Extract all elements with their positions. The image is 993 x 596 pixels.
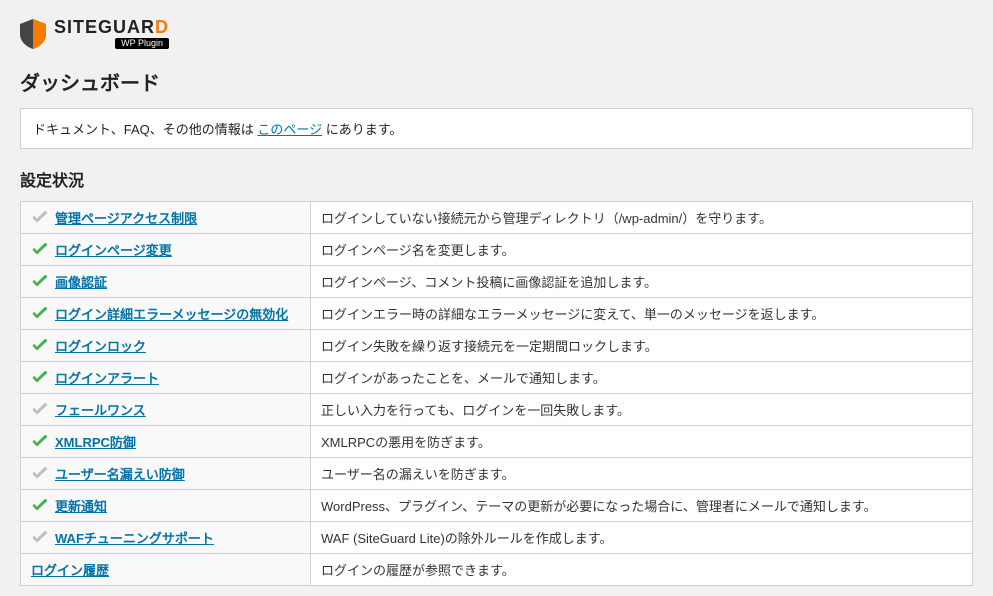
setting-desc-cell: ログインしていない接続元から管理ディレクトリ（/wp-admin/）を守ります。 bbox=[311, 202, 973, 234]
status-check-icon bbox=[31, 435, 49, 449]
page-title: ダッシュボード bbox=[20, 67, 973, 96]
setting-name-cell: ログインアラート bbox=[21, 362, 311, 394]
status-check-icon bbox=[31, 339, 49, 353]
setting-name-cell: ユーザー名漏えい防御 bbox=[21, 458, 311, 490]
notice-suffix: にあります。 bbox=[322, 122, 402, 137]
table-row: ログイン詳細エラーメッセージの無効化 ログインエラー時の詳細なエラーメッセージに… bbox=[21, 298, 973, 330]
shield-icon bbox=[20, 19, 46, 49]
status-check-icon bbox=[31, 531, 49, 545]
setting-desc-cell: XMLRPCの悪用を防ぎます。 bbox=[311, 426, 973, 458]
logo-title: SITEGUARD bbox=[54, 18, 169, 36]
setting-name-cell: WAFチューニングサポート bbox=[21, 522, 311, 554]
status-check-icon bbox=[31, 371, 49, 385]
setting-link[interactable]: 更新通知 bbox=[55, 496, 107, 515]
table-row: ユーザー名漏えい防御 ユーザー名の漏えいを防ぎます。 bbox=[21, 458, 973, 490]
setting-name-cell: 更新通知 bbox=[21, 490, 311, 522]
notice-prefix: ドキュメント、FAQ、その他の情報は bbox=[33, 122, 257, 137]
status-check-icon bbox=[31, 499, 49, 513]
setting-desc-cell: ユーザー名の漏えいを防ぎます。 bbox=[311, 458, 973, 490]
setting-desc-cell: 正しい入力を行っても、ログインを一回失敗します。 bbox=[311, 394, 973, 426]
table-row: ログインアラート ログインがあったことを、メールで通知します。 bbox=[21, 362, 973, 394]
status-check-icon bbox=[31, 211, 49, 225]
status-check-icon bbox=[31, 307, 49, 321]
logo-subtitle: WP Plugin bbox=[115, 38, 169, 49]
setting-desc-cell: ログインページ、コメント投稿に画像認証を追加します。 bbox=[311, 266, 973, 298]
table-row: ログインページ変更 ログインページ名を変更します。 bbox=[21, 234, 973, 266]
setting-link[interactable]: ログイン詳細エラーメッセージの無効化 bbox=[55, 304, 288, 323]
setting-name-cell: ログイン詳細エラーメッセージの無効化 bbox=[21, 298, 311, 330]
setting-link[interactable]: ログイン履歴 bbox=[31, 560, 109, 579]
table-row: 管理ページアクセス制限 ログインしていない接続元から管理ディレクトリ（/wp-a… bbox=[21, 202, 973, 234]
setting-desc-cell: WordPress、プラグイン、テーマの更新が必要になった場合に、管理者にメール… bbox=[311, 490, 973, 522]
setting-link[interactable]: XMLRPC防御 bbox=[55, 432, 136, 451]
table-row: 更新通知 WordPress、プラグイン、テーマの更新が必要になった場合に、管理… bbox=[21, 490, 973, 522]
setting-desc-cell: ログインがあったことを、メールで通知します。 bbox=[311, 362, 973, 394]
status-check-icon bbox=[31, 467, 49, 481]
setting-link[interactable]: ユーザー名漏えい防御 bbox=[55, 464, 185, 483]
setting-name-cell: XMLRPC防御 bbox=[21, 426, 311, 458]
setting-link[interactable]: 画像認証 bbox=[55, 272, 107, 291]
settings-table: 管理ページアクセス制限 ログインしていない接続元から管理ディレクトリ（/wp-a… bbox=[20, 201, 973, 586]
notice-link[interactable]: このページ bbox=[257, 122, 322, 137]
setting-name-cell: ログインページ変更 bbox=[21, 234, 311, 266]
setting-link[interactable]: 管理ページアクセス制限 bbox=[55, 208, 197, 227]
setting-desc-cell: ログインエラー時の詳細なエラーメッセージに変えて、単一のメッセージを返します。 bbox=[311, 298, 973, 330]
table-row: ログインロック ログイン失敗を繰り返す接続元を一定期間ロックします。 bbox=[21, 330, 973, 362]
status-check-icon bbox=[31, 403, 49, 417]
status-check-icon bbox=[31, 243, 49, 257]
siteguard-logo: SITEGUARD WP Plugin bbox=[20, 18, 973, 49]
table-row: フェールワンス 正しい入力を行っても、ログインを一回失敗します。 bbox=[21, 394, 973, 426]
info-notice: ドキュメント、FAQ、その他の情報は このページ にあります。 bbox=[20, 108, 973, 149]
table-row: XMLRPC防御 XMLRPCの悪用を防ぎます。 bbox=[21, 426, 973, 458]
status-check-icon bbox=[31, 275, 49, 289]
setting-link[interactable]: ログインページ変更 bbox=[55, 240, 172, 259]
section-title: 設定状況 bbox=[20, 167, 973, 191]
setting-desc-cell: ログインの履歴が参照できます。 bbox=[311, 554, 973, 586]
table-row: 画像認証 ログインページ、コメント投稿に画像認証を追加します。 bbox=[21, 266, 973, 298]
setting-name-cell: 管理ページアクセス制限 bbox=[21, 202, 311, 234]
setting-link[interactable]: フェールワンス bbox=[55, 400, 146, 419]
setting-name-cell: 画像認証 bbox=[21, 266, 311, 298]
setting-desc-cell: ログイン失敗を繰り返す接続元を一定期間ロックします。 bbox=[311, 330, 973, 362]
setting-name-cell: ログインロック bbox=[21, 330, 311, 362]
setting-name-cell: ログイン履歴 bbox=[21, 554, 311, 586]
table-row: ログイン履歴 ログインの履歴が参照できます。 bbox=[21, 554, 973, 586]
setting-link[interactable]: ログインアラート bbox=[55, 368, 159, 387]
setting-link[interactable]: ログインロック bbox=[55, 336, 146, 355]
setting-link[interactable]: WAFチューニングサポート bbox=[55, 528, 214, 547]
setting-desc-cell: WAF (SiteGuard Lite)の除外ルールを作成します。 bbox=[311, 522, 973, 554]
setting-name-cell: フェールワンス bbox=[21, 394, 311, 426]
setting-desc-cell: ログインページ名を変更します。 bbox=[311, 234, 973, 266]
table-row: WAFチューニングサポート WAF (SiteGuard Lite)の除外ルール… bbox=[21, 522, 973, 554]
